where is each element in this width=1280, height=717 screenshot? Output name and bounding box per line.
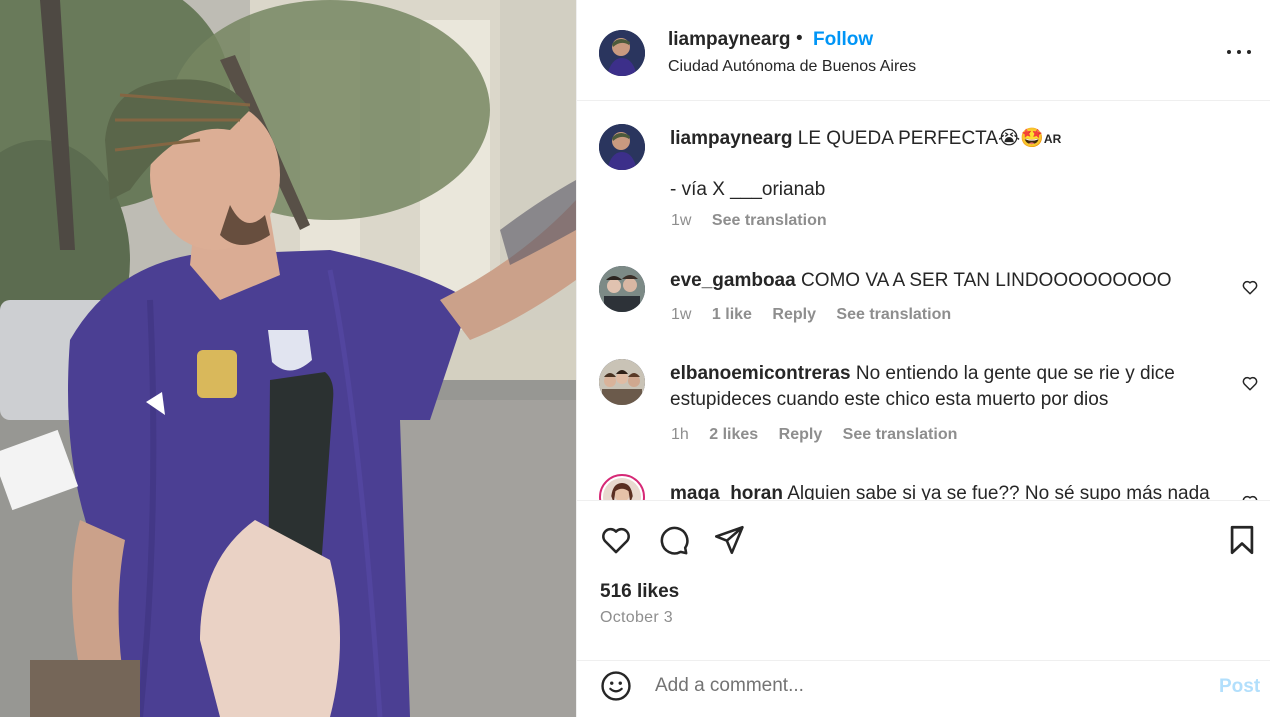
comment-text: maga_horan Alquien sabe si ya se fue?? N… [670,481,1210,500]
commenter-avatar[interactable] [599,359,645,405]
reply-button[interactable]: Reply [772,306,816,323]
author-avatar[interactable] [599,30,645,76]
caption-username[interactable]: liampaynearg [670,128,793,149]
emoji-icon[interactable] [599,669,633,703]
caption-item: liampaynearg LE QUEDA PERFECTA😭🤩AR - vía… [577,102,1280,232]
comment-input[interactable] [655,669,1175,703]
caption-meta: 1w See translation [671,212,843,230]
see-translation-button[interactable]: See translation [843,426,958,443]
see-translation-button[interactable]: See translation [836,306,951,323]
comment-icon[interactable] [656,523,690,557]
comment-body: Alquien sabe si ya se fue?? No sé supo m… [787,483,1210,500]
caption-source: - vía X ___orianab [670,179,826,200]
comment-item: eve_gamboaa COMO VA A SER TAN LINDOOOOOO… [577,262,1280,342]
post-header: liampaynearg • Follow Ciudad Autónoma de… [577,0,1280,101]
caption-text: liampaynearg LE QUEDA PERFECTA😭🤩AR [670,126,1210,152]
comment-meta: 1w 1 like Reply See translation [671,306,967,324]
caption-body: LE QUEDA PERFECTA [797,128,999,149]
caption-time[interactable]: 1w [671,212,691,229]
post-photo[interactable] [0,0,576,717]
comment-username[interactable]: maga_horan [670,483,783,500]
comment-item: maga_horan Alquien sabe si ya se fue?? N… [577,474,1280,500]
comment-text: eve_gamboaa COMO VA A SER TAN LINDOOOOOO… [670,268,1210,294]
scrollbar-track[interactable] [1270,0,1280,717]
post-date[interactable]: October 3 [600,609,673,627]
post-actions: 516 likes October 3 [577,500,1280,660]
comment-likes[interactable]: 1 like [712,306,752,323]
comment-item: elbanoemicontreras No entiendo la gente … [577,357,1280,457]
caption-see-translation[interactable]: See translation [712,212,827,229]
post-location[interactable]: Ciudad Autónoma de Buenos Aires [668,58,916,76]
commenter-avatar[interactable] [599,266,645,312]
post-details-panel: liampaynearg • Follow Ciudad Autónoma de… [576,0,1280,717]
flag-text: AR [1043,132,1062,146]
caption-author-avatar[interactable] [599,124,645,170]
author-username[interactable]: liampaynearg [668,29,791,51]
comments-list[interactable]: liampaynearg LE QUEDA PERFECTA😭🤩AR - vía… [577,102,1280,500]
likes-count[interactable]: 516 likes [600,581,679,603]
add-comment-bar: Post [577,660,1280,717]
comment-meta: 1h 2 likes Reply See translation [671,426,973,444]
comment-time[interactable]: 1w [671,306,691,323]
commenter-avatar[interactable] [599,474,645,500]
photo-illustration [0,0,576,717]
more-options-icon[interactable] [1225,38,1253,66]
comment-text: elbanoemicontreras No entiendo la gente … [670,361,1210,413]
comment-like-icon[interactable] [1241,278,1259,296]
follow-button[interactable]: Follow [813,29,873,51]
comment-body: COMO VA A SER TAN LINDOOOOOOOOO [800,270,1172,291]
post-comment-button[interactable]: Post [1219,676,1260,698]
share-icon[interactable] [712,523,746,557]
comment-username[interactable]: elbanoemicontreras [670,363,851,384]
comment-likes[interactable]: 2 likes [709,426,758,443]
heart-icon[interactable] [599,523,633,557]
reply-button[interactable]: Reply [779,426,823,443]
bookmark-icon[interactable] [1225,523,1259,557]
comment-like-icon[interactable] [1241,493,1259,500]
caption-emojis: 😭🤩 [998,128,1044,149]
comment-username[interactable]: eve_gamboaa [670,270,796,291]
separator-dot: • [796,28,803,49]
comment-time[interactable]: 1h [671,426,689,443]
comment-like-icon[interactable] [1241,374,1259,392]
